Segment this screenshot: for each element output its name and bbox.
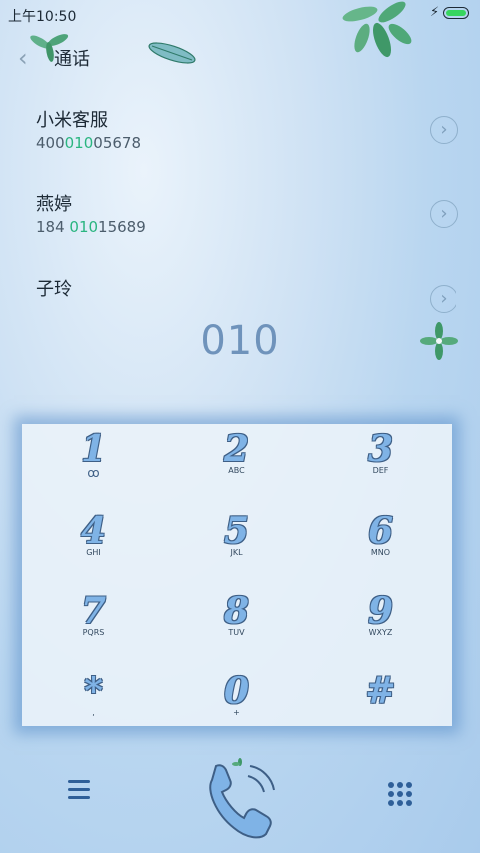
key-5[interactable]: 5 JKL [165, 510, 308, 585]
dial-keypad: 1ꝏ 2 ABC 3 DEF 4 GHI 5 JKL 6 MNO 7 PQRS 8 TUV 9… [22, 424, 452, 726]
key-hash[interactable]: # [309, 670, 452, 745]
contact-number: 40001005678 [36, 134, 141, 152]
contact-row[interactable]: 小米客服 40001005678 › [36, 106, 458, 166]
contact-name: 小米客服 [36, 110, 108, 131]
key-8[interactable]: 8 TUV [165, 590, 308, 665]
call-button-icon[interactable] [200, 756, 280, 842]
key-1[interactable]: 1ꝏ [22, 428, 165, 503]
page-title: 通话 [54, 49, 90, 70]
contact-name: 燕婷 [36, 194, 72, 215]
back-arrow-icon[interactable]: ‹ [18, 44, 28, 72]
dialpad-toggle-icon[interactable] [388, 782, 412, 806]
key-9[interactable]: 9 WXYZ [309, 590, 452, 665]
bottom-action-bar [0, 750, 480, 850]
pinwheel-leaf-icon [420, 322, 458, 360]
contact-details-chevron-icon[interactable]: › [430, 285, 456, 313]
contact-details-chevron-icon[interactable]: › [430, 200, 458, 228]
key-4[interactable]: 4 GHI [22, 510, 165, 585]
key-2[interactable]: 2 ABC [165, 428, 308, 503]
contact-row[interactable]: 燕婷 184 01015689 › [36, 190, 458, 250]
header: ‹ 通话 [0, 40, 480, 76]
key-6[interactable]: 6 MNO [309, 510, 452, 585]
charging-icon: ⚡ [430, 5, 440, 20]
contact-number: 184 01015689 [36, 218, 146, 236]
key-7[interactable]: 7 PQRS [22, 590, 165, 665]
battery-icon [443, 7, 469, 19]
voicemail-icon: ꝏ [87, 466, 100, 480]
key-star[interactable]: *, [22, 670, 165, 745]
key-0[interactable]: 0 + [165, 670, 308, 745]
contact-name: 子玲 [36, 279, 72, 300]
key-3[interactable]: 3 DEF [309, 428, 452, 503]
menu-icon[interactable] [68, 780, 90, 799]
dialed-number: 010 [200, 318, 280, 364]
status-time: 上午10:50 [8, 9, 77, 25]
contact-row[interactable]: 子玲 › [36, 275, 456, 315]
contact-details-chevron-icon[interactable]: › [430, 116, 458, 144]
